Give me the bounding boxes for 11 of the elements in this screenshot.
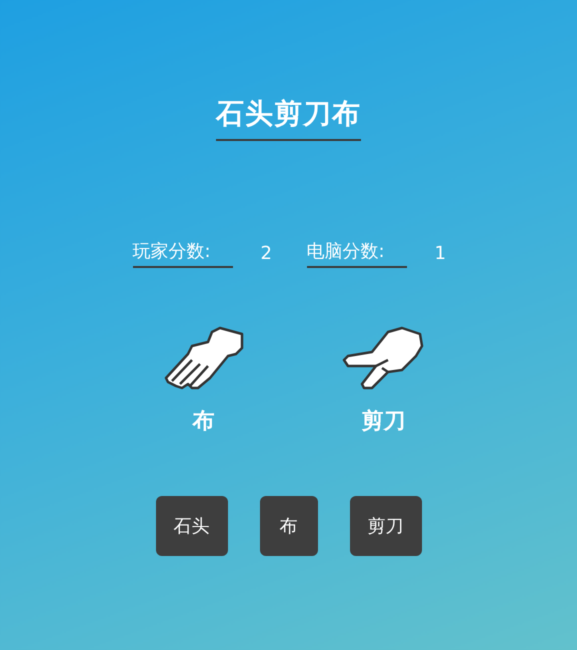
peace-hand-icon xyxy=(342,326,426,392)
score-label: 电脑分数: xyxy=(306,239,406,268)
choice-button[interactable]: 布 xyxy=(260,496,318,556)
game-title: 石头剪刀布 xyxy=(216,95,361,141)
choice-button[interactable]: 剪刀 xyxy=(350,496,422,556)
choice-label: 剪刀 xyxy=(362,408,406,436)
score-label: 玩家分数: xyxy=(132,239,232,268)
choice-button[interactable]: 石头 xyxy=(156,496,228,556)
score-value: 2 xyxy=(260,243,273,264)
score-value: 1 xyxy=(434,243,447,264)
choice-label: 布 xyxy=(192,408,214,436)
